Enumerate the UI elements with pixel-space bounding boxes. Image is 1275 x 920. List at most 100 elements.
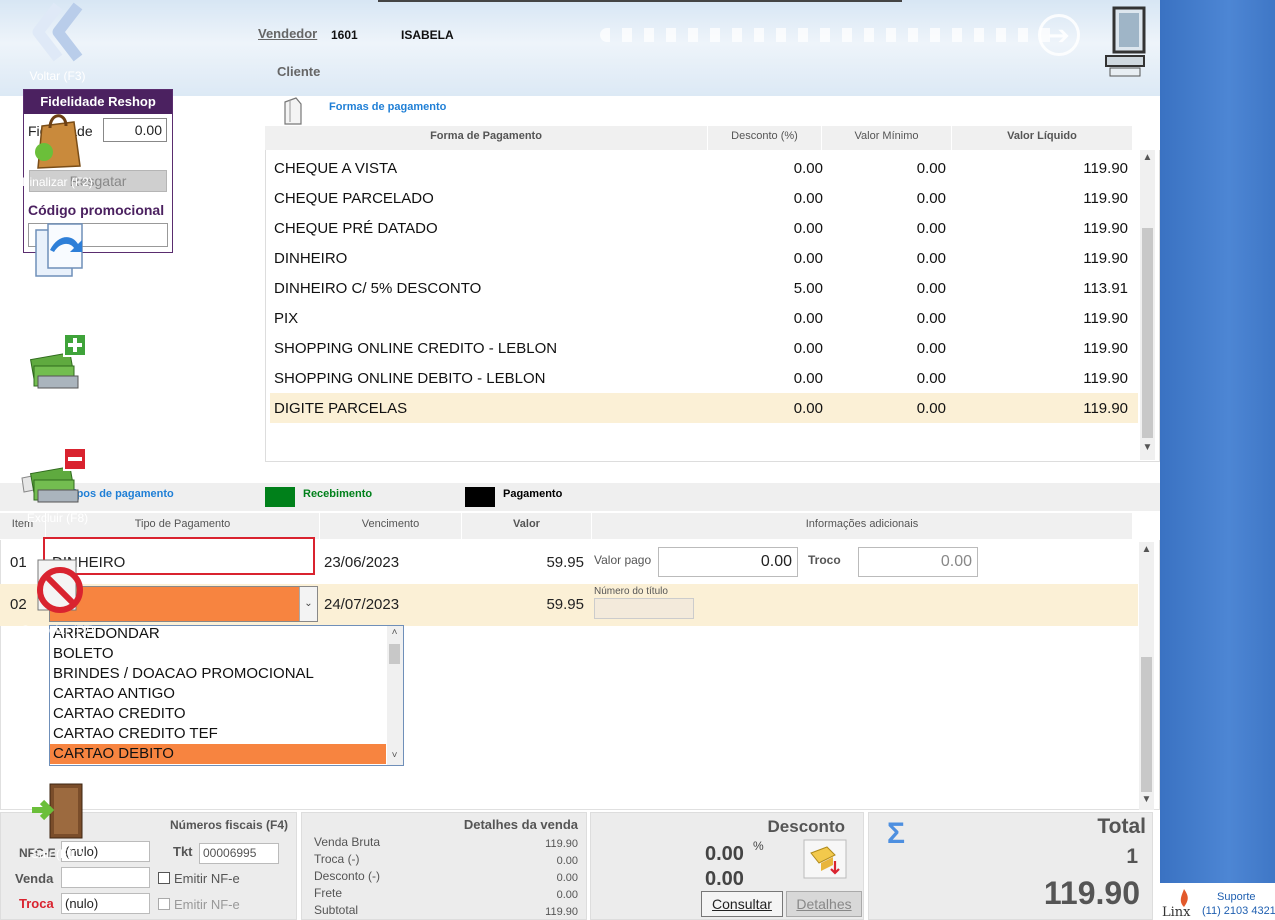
troco-input[interactable]: 0.00 xyxy=(858,547,978,577)
dropdown-scrollbar[interactable]: ˄ ˅ xyxy=(387,626,403,765)
forma-valor-minimo: 0.00 xyxy=(916,160,946,177)
emitir-nfe-label: Emitir NF-e xyxy=(174,871,240,886)
desconto-panel: Desconto 0.00 % 0.00 Consultar Detalhes xyxy=(590,812,864,920)
forma-valor-liquido: 119.90 xyxy=(1083,400,1128,417)
scroll-thumb[interactable] xyxy=(1141,657,1152,792)
exit-door-icon xyxy=(31,783,82,839)
excluir-button[interactable]: Excluir (F8) xyxy=(0,444,115,525)
dropdown-option[interactable]: CARTAO DEBITO xyxy=(50,744,386,764)
forma-valor-liquido: 119.90 xyxy=(1083,370,1128,387)
venda-label: Venda xyxy=(15,871,54,886)
formas-title: Formas de pagamento xyxy=(329,101,447,113)
legend-recebimento-label: Recebimento xyxy=(303,488,373,500)
table-row[interactable]: DINHEIRO 0.00 0.00 119.90 xyxy=(270,243,1138,273)
scroll-up-icon[interactable]: ˄ xyxy=(387,627,402,638)
scroll-thumb[interactable] xyxy=(389,644,400,664)
forward-arrow-icon[interactable]: ➔ xyxy=(1038,14,1080,56)
tkt-input[interactable]: 00006995 xyxy=(199,843,279,864)
forma-valor-minimo: 0.00 xyxy=(916,370,946,387)
total-panel: Σ Total 1 119.90 xyxy=(868,812,1153,920)
chevron-down-icon[interactable]: ⌄ xyxy=(299,587,317,621)
table-row[interactable]: SHOPPING ONLINE DEBITO - LEBLON 0.00 0.00 1… xyxy=(270,363,1138,393)
troco-label: Troco xyxy=(808,553,841,567)
forma-name: CHEQUE PRÉ DATADO xyxy=(274,220,438,237)
tkt-label: Tkt xyxy=(173,844,193,859)
forma-name: PIX xyxy=(274,310,299,327)
cancelar-button[interactable]: Cancelar (F7) xyxy=(0,556,115,637)
finalizar-button[interactable]: Finalizar (F2) xyxy=(0,108,115,189)
desconto-title: Desconto xyxy=(767,817,845,836)
dropdown-option[interactable]: BOLETO xyxy=(50,644,386,664)
forma-valor-liquido: 113.91 xyxy=(1083,280,1128,297)
forma-desconto: 0.00 xyxy=(793,160,823,177)
col-valor-liquido: Valor Líquido xyxy=(952,126,1133,150)
forma-desconto: 0.00 xyxy=(793,220,823,237)
action-sidebar xyxy=(1160,0,1275,920)
venda-input[interactable] xyxy=(61,867,150,888)
scroll-up-icon[interactable]: ▲ xyxy=(1140,152,1155,163)
promo-code-label: Código promocional xyxy=(28,202,165,218)
emitir-nfe-checkbox[interactable] xyxy=(158,872,170,884)
numero-titulo-label: Número do título xyxy=(594,586,668,597)
tipos-header-row: Item Tipo de Pagamento Vencimento Valor … xyxy=(0,513,1133,539)
table-row[interactable]: CHEQUE PARCELADO 0.00 0.00 119.90 xyxy=(270,183,1138,213)
table-row[interactable]: DIGITE PARCELAS 0.00 0.00 119.90 xyxy=(270,393,1138,423)
fiscais-title: Números fiscais (F4) xyxy=(169,818,288,832)
detalhes-title: Detalhes da venda xyxy=(463,817,578,832)
dropdown-option[interactable]: CARTAO ANTIGO xyxy=(50,684,386,704)
emitir-nfe-checkbox-2[interactable] xyxy=(158,898,170,910)
sair-button[interactable]: Sair (F11) xyxy=(0,780,115,861)
scroll-down-icon[interactable]: ˅ xyxy=(387,750,402,761)
dropdown-option[interactable]: CARTAO CREDITO xyxy=(50,704,386,724)
voltar-button[interactable]: Voltar (F3) xyxy=(0,2,115,83)
detail-value: 0.00 xyxy=(556,855,578,867)
consultar-button[interactable]: Consultar xyxy=(701,891,783,917)
table-row[interactable]: SHOPPING ONLINE CREDITO - LEBLON 0.00 0.00… xyxy=(270,333,1138,363)
scroll-thumb[interactable] xyxy=(1142,228,1153,438)
row1-valor: 59.95 xyxy=(546,554,584,571)
troca-input[interactable]: (nulo) xyxy=(61,893,150,914)
discount-icon[interactable] xyxy=(803,839,847,879)
forma-name: DIGITE PARCELAS xyxy=(274,400,408,417)
cliente-label[interactable]: Cliente xyxy=(277,64,320,79)
tipos-scrollbar[interactable]: ▲ ▼ xyxy=(1139,542,1154,810)
tipos-title-bar xyxy=(0,483,1160,511)
table-row[interactable]: CHEQUE PRÉ DATADO 0.00 0.00 119.90 xyxy=(270,213,1138,243)
cancel-icon xyxy=(36,559,83,613)
legend-pagamento-swatch xyxy=(465,487,495,507)
dropdown-option[interactable]: CARTAO CREDITO TEF xyxy=(50,724,386,744)
table-row[interactable]: DINHEIRO C/ 5% DESCONTO 5.00 0.00 113.91 xyxy=(270,273,1138,303)
detail-label: Venda Bruta xyxy=(314,835,381,849)
forma-valor-minimo: 0.00 xyxy=(916,280,946,297)
col-forma: Forma de Pagamento xyxy=(265,126,708,150)
table-row[interactable]: CHEQUE A VISTA 0.00 0.00 119.90 xyxy=(270,153,1138,183)
numero-titulo-input[interactable] xyxy=(594,598,694,619)
valor-pago-input[interactable]: 0.00 xyxy=(658,547,798,577)
detail-label: Desconto (-) xyxy=(314,869,381,883)
col-valor-minimo: Valor Mínimo xyxy=(822,126,952,150)
row1-vencimento: 23/06/2023 xyxy=(324,554,400,571)
tipo-dropdown-list[interactable]: ARREDONDAR BOLETO BRINDES / DOACAO PROMOCI… xyxy=(49,625,404,766)
scroll-down-icon[interactable]: ▼ xyxy=(1139,794,1154,805)
forma-name: SHOPPING ONLINE DEBITO - LEBLON xyxy=(274,370,546,387)
total-value: 119.90 xyxy=(1043,875,1140,911)
desconto-value: 0.00 xyxy=(705,868,744,890)
table-row[interactable]: PIX 0.00 0.00 119.90 xyxy=(270,303,1138,333)
linx-logo: Linx xyxy=(1162,905,1191,920)
forma-valor-minimo: 0.00 xyxy=(916,400,946,417)
support-phone: (11) 2103 4321 xyxy=(1202,905,1275,917)
incluir-button[interactable]: Incluir (F9) xyxy=(0,330,115,411)
total-qty: 1 xyxy=(1126,845,1138,868)
forma-valor-minimo: 0.00 xyxy=(916,220,946,237)
scroll-up-icon[interactable]: ▲ xyxy=(1139,544,1154,555)
liberar-copiar-button[interactable]: Liberar/Copiar (F6 xyxy=(0,220,115,301)
forma-desconto: 5.00 xyxy=(793,280,823,297)
forma-desconto: 0.00 xyxy=(793,340,823,357)
formas-scrollbar[interactable]: ▲ ▼ xyxy=(1140,150,1155,460)
scroll-down-icon[interactable]: ▼ xyxy=(1140,442,1155,453)
detalhes-button[interactable]: Detalhes xyxy=(786,891,862,917)
desconto-percent: 0.00 xyxy=(705,843,744,865)
formas-header-row: Forma de Pagamento Desconto (%) Valor Mí… xyxy=(265,126,1133,150)
dropdown-option[interactable]: BRINDES / DOACAO PROMOCIONAL xyxy=(50,664,386,684)
total-title: Total xyxy=(1097,815,1146,838)
